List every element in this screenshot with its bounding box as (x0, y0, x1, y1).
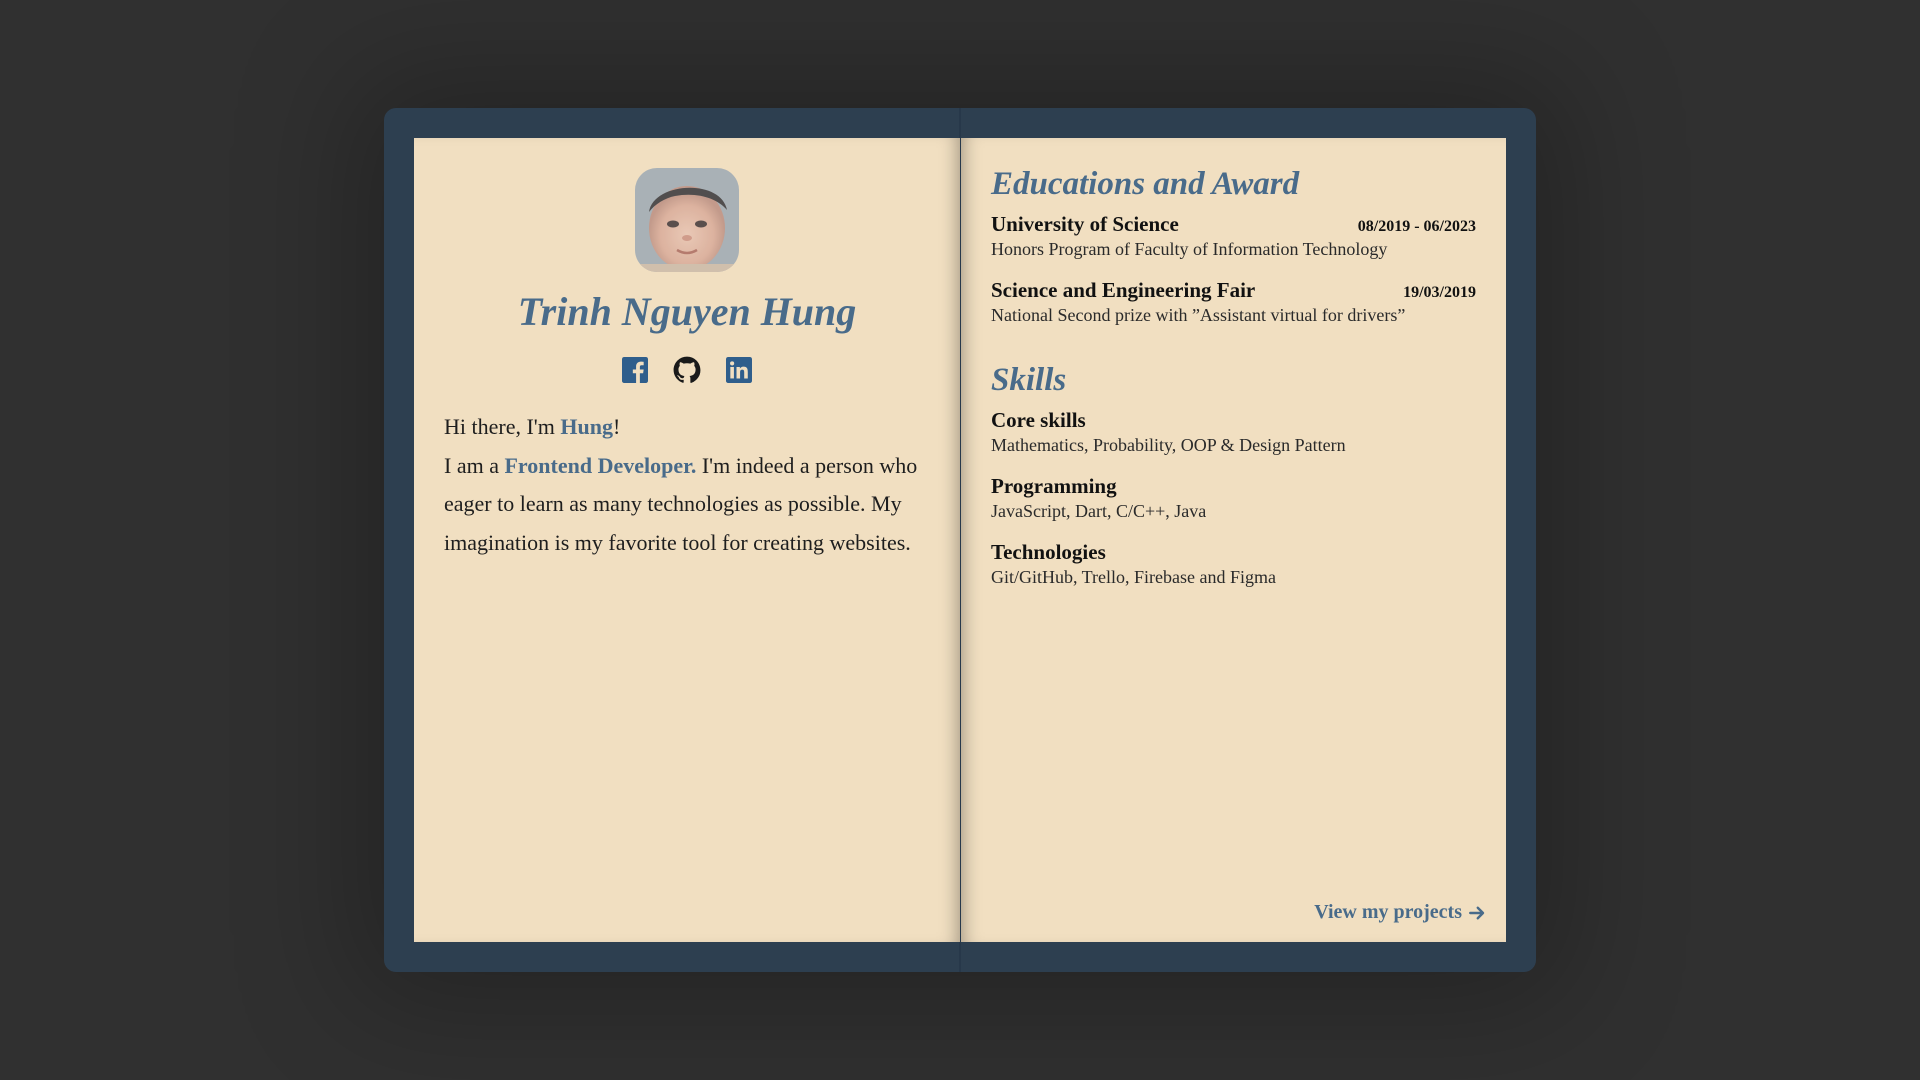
skills-title: Skills (991, 361, 1067, 398)
education-entry-desc: Honors Program of Faculty of Information… (991, 238, 1388, 259)
facebook-icon (622, 357, 648, 383)
view-projects-link[interactable]: View my projects (1314, 901, 1486, 924)
intro-greeting: Hi there, I'm (444, 414, 561, 439)
award-entry-desc: National Second prize with ”Assistant vi… (991, 304, 1406, 325)
intro-role: Frontend Developer. (504, 452, 697, 478)
education-entry-date: 08/2019 - 06/2023 (1357, 217, 1476, 235)
profile-name: Trinh Nguyen Hung (517, 289, 857, 334)
skill-desc: Mathematics, Probability, OOP & Design P… (991, 434, 1346, 455)
facebook-link[interactable] (621, 356, 649, 384)
view-projects-label: View my projects (1314, 901, 1462, 923)
skill-desc: JavaScript, Dart, C/C++, Java (991, 500, 1207, 521)
intro-text: Hi there, I'm Hung! I am a Frontend Deve… (444, 408, 930, 562)
book: Trinh Nguyen Hung Hi there, I'm Hung! I … (384, 108, 1536, 972)
right-page: Educations and Award University of Scien… (961, 138, 1506, 942)
skill-technologies: Technologies Git/GitHub, Trello, Firebas… (991, 540, 1476, 588)
intro-exclaim: ! (612, 414, 621, 439)
skill-programming: Programming JavaScript, Dart, C/C++, Jav… (991, 474, 1476, 522)
education-entry-title: University of Science (991, 211, 1179, 236)
skill-core: Core skills Mathematics, Probability, OO… (991, 408, 1476, 456)
skill-title: Programming (991, 473, 1117, 498)
skill-desc: Git/GitHub, Trello, Firebase and Figma (991, 566, 1276, 587)
intro-name: Hung (560, 414, 613, 439)
avatar (635, 168, 739, 272)
intro-role-prefix: I am a (444, 452, 505, 478)
skill-title: Core skills (991, 407, 1086, 432)
award-entry-date: 19/03/2019 (1403, 283, 1476, 301)
award-entry: Science and Engineering Fair 19/03/2019 … (991, 278, 1476, 326)
social-links (444, 356, 930, 384)
education-title: Educations and Award (991, 166, 1300, 202)
linkedin-link[interactable] (725, 356, 753, 384)
github-icon (673, 356, 701, 383)
skill-title: Technologies (991, 539, 1106, 564)
left-page: Trinh Nguyen Hung Hi there, I'm Hung! I … (414, 138, 960, 942)
award-entry-title: Science and Engineering Fair (991, 277, 1256, 302)
education-entry: University of Science 08/2019 - 06/2023 … (991, 212, 1476, 260)
arrow-right-icon (1469, 906, 1485, 919)
github-link[interactable] (673, 356, 701, 384)
linkedin-icon (726, 357, 752, 383)
